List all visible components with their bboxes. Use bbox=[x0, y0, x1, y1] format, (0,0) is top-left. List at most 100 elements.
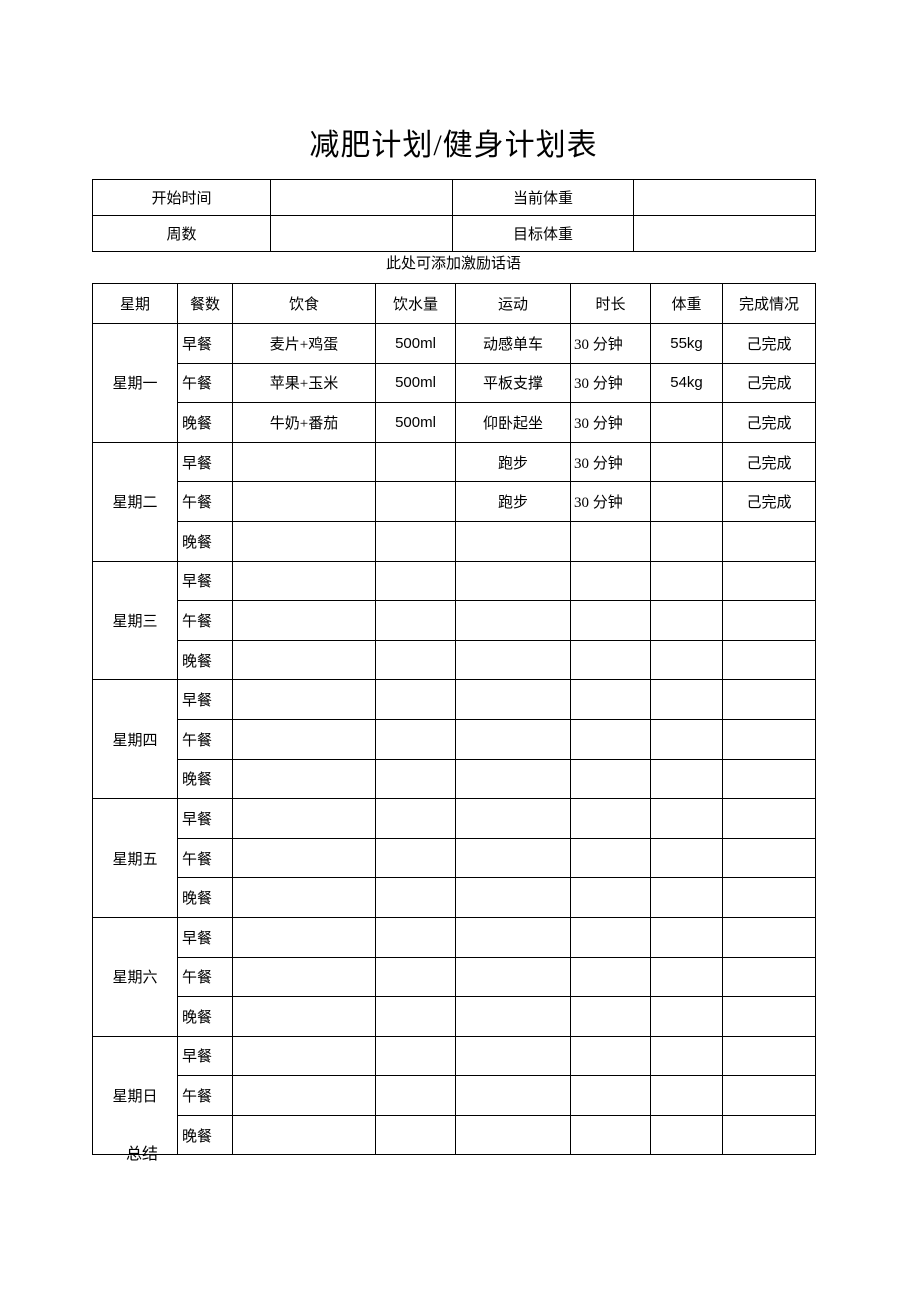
water-cell[interactable] bbox=[375, 1035, 456, 1077]
water-cell[interactable]: 500ml bbox=[375, 402, 456, 443]
status-cell[interactable]: 己完成 bbox=[722, 481, 816, 522]
exercise-cell[interactable] bbox=[455, 520, 571, 562]
water-cell[interactable] bbox=[375, 639, 456, 681]
duration-cell[interactable] bbox=[570, 996, 651, 1037]
diet-cell[interactable] bbox=[232, 1035, 376, 1077]
status-cell[interactable]: 己完成 bbox=[722, 323, 816, 364]
status-cell[interactable] bbox=[722, 520, 816, 562]
status-cell[interactable] bbox=[722, 1035, 816, 1077]
exercise-cell[interactable] bbox=[455, 996, 571, 1037]
diet-cell[interactable] bbox=[232, 679, 376, 720]
exercise-cell[interactable]: 跑步 bbox=[455, 481, 571, 522]
water-cell[interactable]: 500ml bbox=[375, 362, 456, 404]
info-value-cell[interactable] bbox=[270, 179, 453, 216]
status-cell[interactable] bbox=[722, 758, 816, 800]
status-cell[interactable] bbox=[722, 877, 816, 918]
duration-cell[interactable] bbox=[570, 1075, 651, 1116]
exercise-cell[interactable] bbox=[455, 798, 571, 839]
duration-cell[interactable] bbox=[570, 600, 651, 641]
weight-cell[interactable] bbox=[650, 798, 723, 839]
status-cell[interactable] bbox=[722, 1075, 816, 1116]
duration-cell[interactable] bbox=[570, 1035, 651, 1077]
exercise-cell[interactable] bbox=[455, 1075, 571, 1116]
status-cell[interactable]: 己完成 bbox=[722, 402, 816, 443]
exercise-cell[interactable] bbox=[455, 1035, 571, 1077]
duration-cell[interactable] bbox=[570, 877, 651, 918]
diet-cell[interactable]: 苹果+玉米 bbox=[232, 362, 376, 404]
exercise-cell[interactable]: 平板支撑 bbox=[455, 362, 571, 404]
water-cell[interactable] bbox=[375, 798, 456, 839]
info-value-cell[interactable] bbox=[633, 179, 816, 216]
diet-cell[interactable]: 麦片+鸡蛋 bbox=[232, 323, 376, 364]
duration-cell[interactable]: 30 分钟 bbox=[570, 362, 651, 404]
weight-cell[interactable] bbox=[650, 1114, 723, 1156]
diet-cell[interactable] bbox=[232, 996, 376, 1037]
diet-cell[interactable] bbox=[232, 1114, 376, 1156]
water-cell[interactable] bbox=[375, 560, 456, 602]
duration-cell[interactable] bbox=[570, 758, 651, 800]
water-cell[interactable] bbox=[375, 441, 456, 483]
duration-cell[interactable] bbox=[570, 956, 651, 998]
diet-cell[interactable] bbox=[232, 798, 376, 839]
status-cell[interactable] bbox=[722, 916, 816, 958]
motivation-note[interactable]: 此处可添加激励话语 bbox=[92, 252, 815, 276]
duration-cell[interactable]: 30 分钟 bbox=[570, 481, 651, 522]
duration-cell[interactable] bbox=[570, 520, 651, 562]
diet-cell[interactable] bbox=[232, 639, 376, 681]
status-cell[interactable] bbox=[722, 837, 816, 879]
status-cell[interactable] bbox=[722, 639, 816, 681]
weight-cell[interactable] bbox=[650, 996, 723, 1037]
status-cell[interactable] bbox=[722, 798, 816, 839]
water-cell[interactable] bbox=[375, 916, 456, 958]
status-cell[interactable] bbox=[722, 996, 816, 1037]
diet-cell[interactable] bbox=[232, 837, 376, 879]
duration-cell[interactable]: 30 分钟 bbox=[570, 441, 651, 483]
exercise-cell[interactable] bbox=[455, 916, 571, 958]
exercise-cell[interactable] bbox=[455, 600, 571, 641]
water-cell[interactable] bbox=[375, 481, 456, 522]
diet-cell[interactable]: 牛奶+番茄 bbox=[232, 402, 376, 443]
weight-cell[interactable] bbox=[650, 481, 723, 522]
weight-cell[interactable] bbox=[650, 441, 723, 483]
exercise-cell[interactable] bbox=[455, 1114, 571, 1156]
status-cell[interactable] bbox=[722, 679, 816, 720]
status-cell[interactable]: 己完成 bbox=[722, 362, 816, 404]
exercise-cell[interactable] bbox=[455, 639, 571, 681]
duration-cell[interactable] bbox=[570, 560, 651, 602]
diet-cell[interactable] bbox=[232, 877, 376, 918]
exercise-cell[interactable] bbox=[455, 956, 571, 998]
water-cell[interactable] bbox=[375, 996, 456, 1037]
water-cell[interactable] bbox=[375, 758, 456, 800]
exercise-cell[interactable]: 动感单车 bbox=[455, 323, 571, 364]
duration-cell[interactable] bbox=[570, 718, 651, 760]
weight-cell[interactable] bbox=[650, 1035, 723, 1077]
water-cell[interactable] bbox=[375, 956, 456, 998]
duration-cell[interactable]: 30 分钟 bbox=[570, 402, 651, 443]
diet-cell[interactable] bbox=[232, 481, 376, 522]
status-cell[interactable]: 己完成 bbox=[722, 441, 816, 483]
weight-cell[interactable] bbox=[650, 679, 723, 720]
diet-cell[interactable] bbox=[232, 1075, 376, 1116]
weight-cell[interactable] bbox=[650, 520, 723, 562]
weight-cell[interactable] bbox=[650, 758, 723, 800]
status-cell[interactable] bbox=[722, 956, 816, 998]
diet-cell[interactable] bbox=[232, 956, 376, 998]
duration-cell[interactable] bbox=[570, 916, 651, 958]
water-cell[interactable] bbox=[375, 837, 456, 879]
water-cell[interactable] bbox=[375, 1114, 456, 1156]
exercise-cell[interactable] bbox=[455, 837, 571, 879]
duration-cell[interactable]: 30 分钟 bbox=[570, 323, 651, 364]
water-cell[interactable] bbox=[375, 877, 456, 918]
water-cell[interactable] bbox=[375, 520, 456, 562]
weight-cell[interactable] bbox=[650, 600, 723, 641]
exercise-cell[interactable] bbox=[455, 560, 571, 602]
weight-cell[interactable] bbox=[650, 956, 723, 998]
exercise-cell[interactable]: 仰卧起坐 bbox=[455, 402, 571, 443]
diet-cell[interactable] bbox=[232, 600, 376, 641]
exercise-cell[interactable]: 跑步 bbox=[455, 441, 571, 483]
weight-cell[interactable] bbox=[650, 1075, 723, 1116]
water-cell[interactable]: 500ml bbox=[375, 323, 456, 364]
water-cell[interactable] bbox=[375, 600, 456, 641]
weight-cell[interactable] bbox=[650, 402, 723, 443]
duration-cell[interactable] bbox=[570, 1114, 651, 1156]
